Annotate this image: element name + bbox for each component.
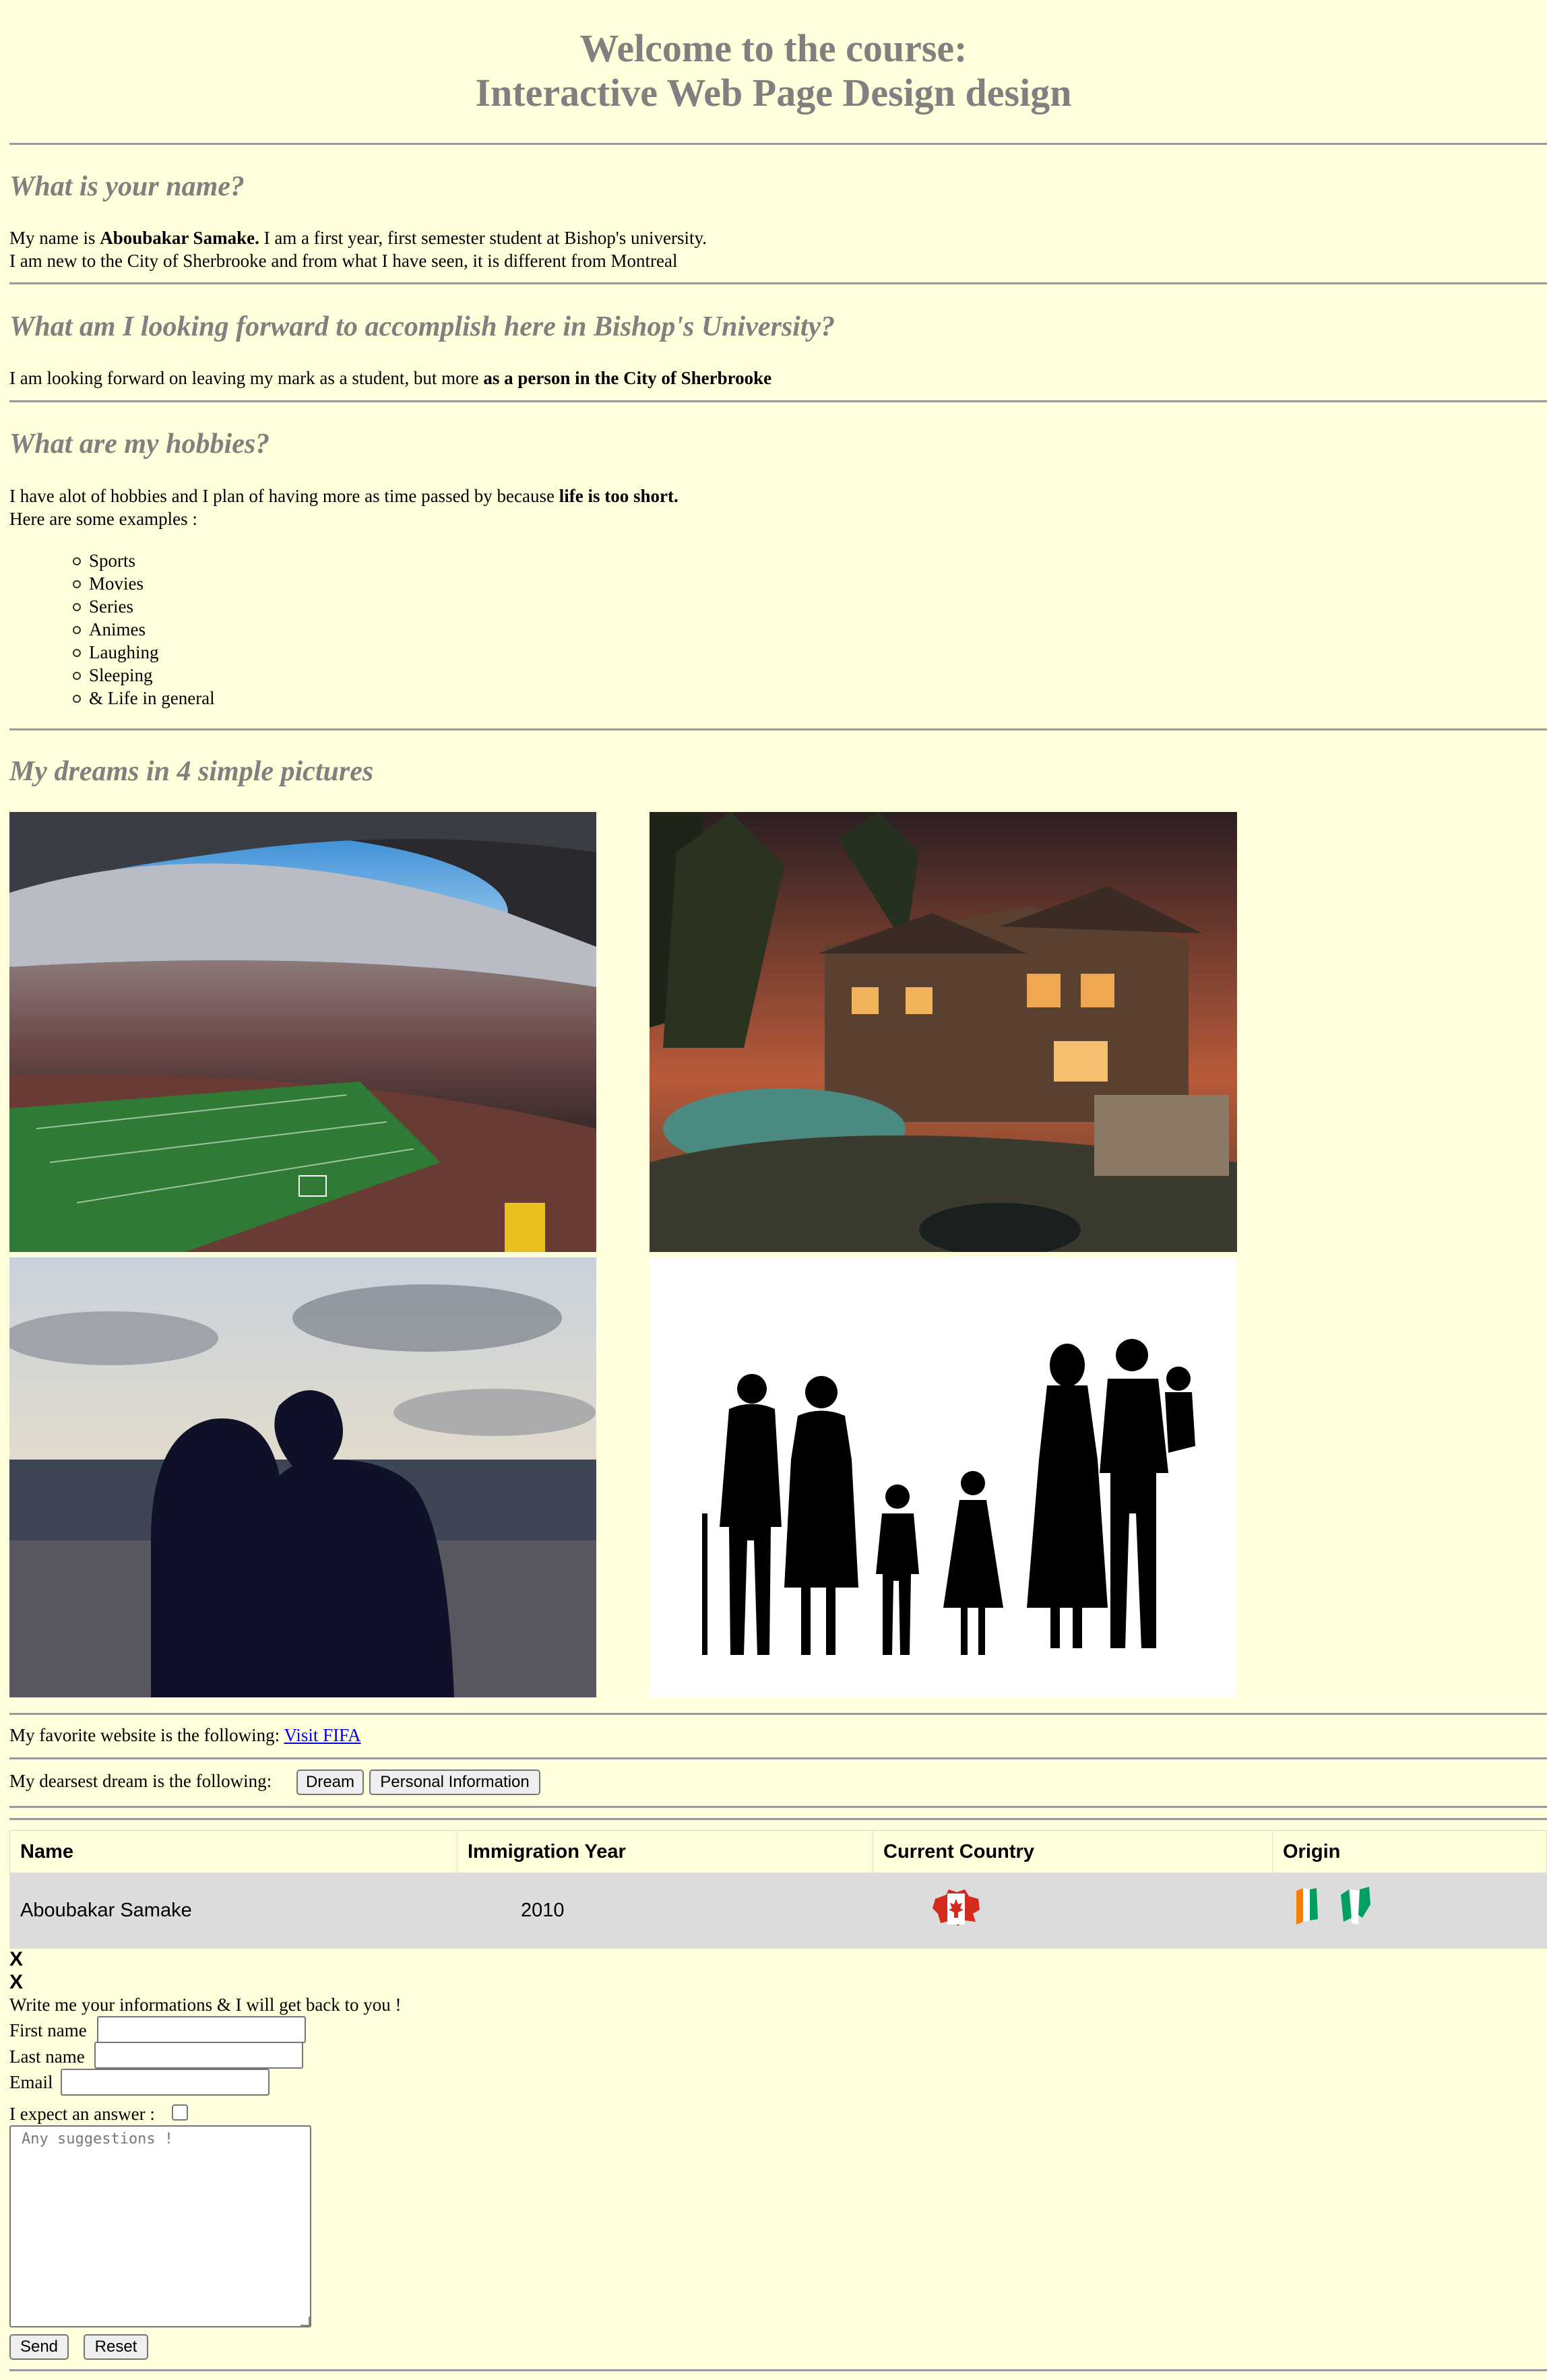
divider — [9, 2369, 1547, 2371]
divider — [9, 1806, 1547, 1808]
hobby-list-item: Sports — [72, 551, 136, 571]
hobby-list-item: Animes — [73, 619, 146, 639]
resize-handle-icon[interactable] — [301, 2317, 310, 2326]
table-column-divider — [1272, 1830, 1273, 1873]
divider — [9, 143, 1547, 145]
send-button[interactable]: Send — [9, 2334, 69, 2360]
dream-button[interactable]: Dream — [296, 1770, 364, 1795]
divider — [9, 400, 1547, 402]
hobbies-paragraph-line1: I have alot of hobbies and I plan of hav… — [9, 486, 678, 506]
canada-flag-map-icon — [931, 1887, 982, 1927]
email-label: Email — [9, 2072, 53, 2092]
close-mark[interactable]: X — [9, 1949, 23, 1970]
email-input[interactable] — [61, 2069, 270, 2096]
hobby-list-item: Sleeping — [73, 665, 153, 685]
form-intro: Write me your informations & I will get … — [9, 1995, 402, 2015]
page-title-line1: Welcome to the course: — [579, 26, 968, 70]
dreams-heading: My dreams in 4 simple pictures — [9, 756, 374, 787]
hobby-list-item: Series — [73, 596, 133, 617]
mansion-photo — [650, 812, 1237, 1252]
personal-information-button[interactable]: Personal Information — [369, 1770, 540, 1795]
page-title-line2: Interactive Web Page Design design — [475, 71, 1072, 115]
ivory-coast-flag-map-icon — [1294, 1884, 1385, 1929]
hobby-list-item: & Life in general — [73, 688, 215, 708]
divider — [9, 282, 1547, 284]
table-header-name: Name — [20, 1841, 73, 1862]
close-mark[interactable]: X — [9, 1972, 23, 1993]
visit-fifa-link[interactable]: Visit FIFA — [284, 1725, 360, 1745]
divider — [9, 1818, 1547, 1820]
dream-line-label: My dearsest dream is the following: — [9, 1771, 272, 1791]
hobby-list-item: Laughing — [72, 642, 159, 662]
family-silhouette-image — [650, 1257, 1237, 1697]
hobbies-paragraph-line2: Here are some examples : — [9, 509, 197, 529]
hobbies-heading: What are my hobbies? — [9, 429, 270, 460]
table-header-origin: Origin — [1283, 1841, 1341, 1862]
couple-beach-photo — [9, 1257, 596, 1697]
favorite-site-line: My favorite website is the following: Vi… — [9, 1725, 361, 1745]
last-name-label: Last name — [9, 2046, 85, 2067]
table-header-current-country: Current Country — [883, 1841, 1034, 1862]
table-header-immigration-year: Immigration Year — [468, 1841, 626, 1862]
first-name-input[interactable] — [97, 2016, 306, 2043]
goal-paragraph: I am looking forward on leaving my mark … — [9, 368, 772, 388]
table-cell-year: 2010 — [521, 1900, 565, 1921]
divider — [9, 1757, 1547, 1759]
hobby-list-item: Movies — [73, 573, 144, 594]
divider — [9, 728, 1547, 730]
reset-button[interactable]: Reset — [84, 2334, 148, 2360]
expect-answer-label: I expect an answer : — [9, 2104, 155, 2124]
first-name-label: First name — [9, 2020, 87, 2040]
goal-heading: What am I looking forward to accomplish … — [9, 311, 835, 342]
table-cell-name: Aboubakar Samake — [20, 1900, 192, 1921]
stadium-photo — [9, 812, 596, 1252]
expect-answer-checkbox[interactable] — [172, 2104, 188, 2121]
name-paragraph-line2: I am new to the City of Sherbrooke and f… — [9, 251, 678, 271]
divider — [9, 1713, 1547, 1715]
name-paragraph-line1: My name is Aboubakar Samake. I am a firs… — [9, 228, 707, 248]
last-name-input[interactable] — [94, 2042, 303, 2069]
name-heading: What is your name? — [9, 171, 245, 202]
suggestions-textarea[interactable]: Any suggestions ! — [9, 2125, 311, 2327]
